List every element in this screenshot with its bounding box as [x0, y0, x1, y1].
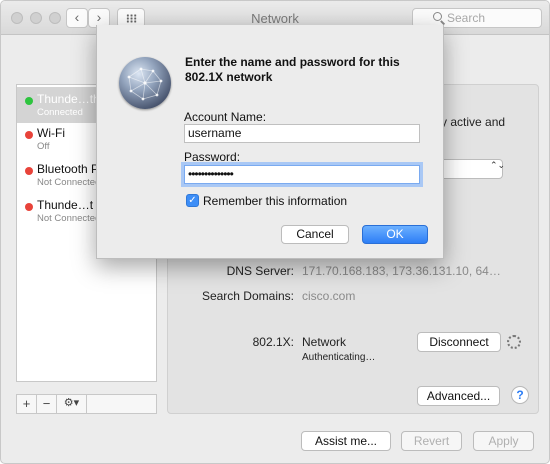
service-status: Not Connected — [37, 177, 101, 188]
remember-checkbox[interactable]: ✓ — [186, 194, 199, 207]
account-name-label: Account Name: — [184, 110, 267, 124]
service-status: Connected — [37, 107, 83, 118]
search-icon — [433, 12, 442, 21]
revert-button[interactable]: Revert — [401, 431, 462, 451]
gear-icon[interactable]: ⚙▾ — [57, 395, 87, 413]
sheet-title: Enter the name and password for this 802… — [185, 55, 400, 84]
dot1x-label: 802.1X: — [252, 335, 294, 349]
configure-popup[interactable]: ⌃⌄ — [437, 159, 506, 179]
status-description: y active and — [441, 115, 506, 129]
dot1x-network-value: Network — [302, 335, 347, 349]
network-preferences-window: ‹ › Network Search Thunde…thet Connected… — [0, 0, 550, 464]
service-list-toolbar: + − ⚙▾ — [16, 394, 157, 414]
dot1x-status: Authenticating… — [302, 352, 376, 363]
service-name: Wi-Fi — [37, 126, 65, 140]
service-status: Off — [37, 141, 50, 152]
assist-me-button[interactable]: Assist me... — [301, 431, 391, 451]
service-status: Not Connected — [37, 213, 101, 224]
add-service-button[interactable]: + — [17, 395, 37, 413]
network-globe-icon — [119, 57, 171, 109]
remove-service-button[interactable]: − — [37, 395, 57, 413]
search-domains-value: cisco.com — [302, 289, 356, 303]
authentication-sheet: Enter the name and password for this 802… — [96, 25, 444, 259]
progress-spinner-icon — [507, 335, 521, 349]
account-name-field[interactable]: username — [184, 124, 420, 143]
status-dot-icon — [25, 203, 33, 211]
popup-arrows-icon: ⌃⌄ — [490, 160, 506, 170]
status-dot-icon — [25, 97, 33, 105]
ok-button[interactable]: OK — [362, 225, 428, 244]
apply-button[interactable]: Apply — [473, 431, 534, 451]
status-dot-icon — [25, 167, 33, 175]
disconnect-button[interactable]: Disconnect — [417, 332, 501, 352]
cancel-button[interactable]: Cancel — [281, 225, 349, 244]
password-field[interactable]: •••••••••••••• — [184, 165, 420, 184]
password-label: Password: — [184, 150, 241, 164]
status-dot-icon — [25, 131, 33, 139]
search-domains-label: Search Domains: — [201, 289, 294, 303]
search-placeholder: Search — [447, 11, 486, 25]
advanced-button[interactable]: Advanced... — [417, 386, 500, 406]
dns-server-value: 171.70.168.183, 173.36.131.10, 64… — [302, 264, 501, 278]
dns-server-label: DNS Server: — [226, 264, 294, 278]
remember-label: Remember this information — [203, 194, 348, 208]
help-button[interactable]: ? — [511, 386, 529, 404]
